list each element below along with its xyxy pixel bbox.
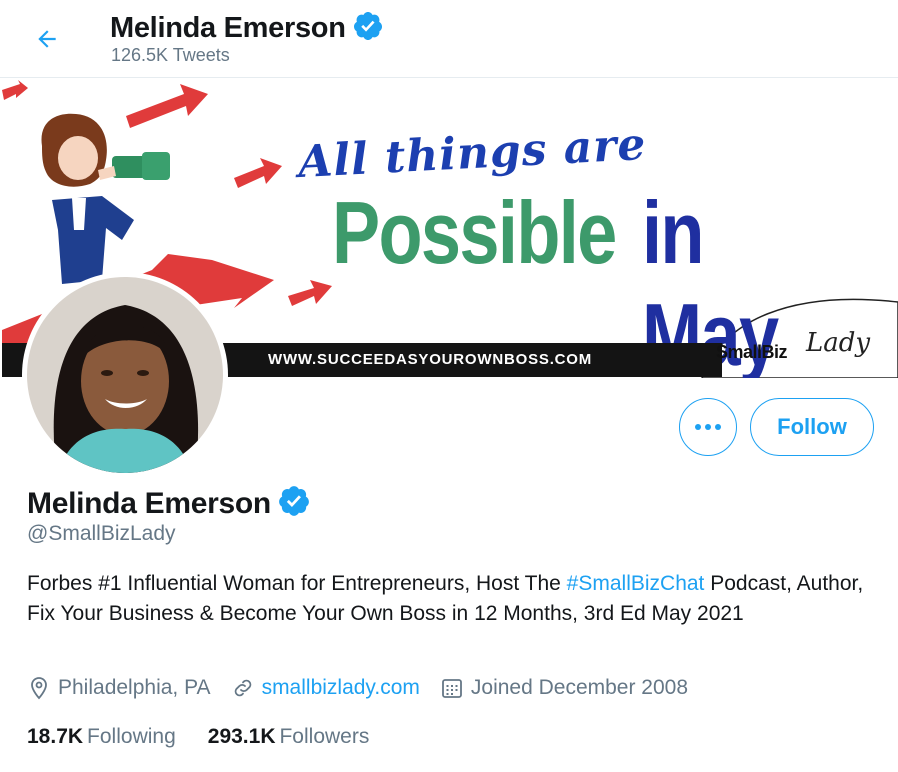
arrow-decor-1 <box>2 80 28 100</box>
banner-tagline-possible: Possible <box>332 183 617 282</box>
avatar-illustration <box>27 277 223 473</box>
more-options-button[interactable] <box>679 398 737 456</box>
profile-name: Melinda Emerson <box>27 486 271 520</box>
website-item: smallbizlady.com <box>231 676 420 700</box>
arrow-left-icon <box>38 30 56 48</box>
following-count: 18.7K <box>27 725 84 748</box>
profile-name-row: Melinda Emerson <box>27 484 311 523</box>
avatar[interactable] <box>22 272 228 478</box>
follow-counts: 18.7K Following 293.1K Followers <box>27 725 401 749</box>
arrow-decor-4 <box>288 280 332 306</box>
tweet-count: 126.5K Tweets <box>111 45 230 65</box>
location-item: Philadelphia, PA <box>27 676 211 700</box>
verified-badge-icon <box>352 10 384 47</box>
logo-text: SmallBiz <box>716 342 788 362</box>
profile-meta: Philadelphia, PA smallbizlady.com Joined… <box>27 676 708 700</box>
cartoon-woman-illustration <box>41 113 170 284</box>
verified-badge-icon <box>277 484 311 523</box>
following-link[interactable]: 18.7K Following <box>27 725 176 749</box>
profile-handle: @SmallBizLady <box>27 522 176 545</box>
header-name-row: Melinda Emerson <box>110 10 384 47</box>
joined-item: Joined December 2008 <box>440 676 688 700</box>
location-pin-icon <box>31 677 47 700</box>
website-link[interactable]: smallbizlady.com <box>262 676 420 700</box>
avatar-photo <box>27 277 223 473</box>
profile-header-bar: Melinda Emerson 126.5K Tweets <box>0 0 898 78</box>
profile-bio: Forbes #1 Influential Woman for Entrepre… <box>27 569 887 629</box>
arrow-decor-3 <box>234 158 282 188</box>
logo-script: Lady <box>806 328 871 358</box>
follow-button[interactable]: Follow <box>750 398 874 456</box>
followers-count: 293.1K <box>207 725 276 748</box>
smallbizlady-logo: SmallBiz Lady <box>702 300 898 378</box>
more-horizontal-icon <box>695 424 721 430</box>
arrow-decor-2 <box>126 84 208 128</box>
bio-hashtag-link[interactable]: #SmallBizChat <box>567 572 705 595</box>
bio-text-prefix: Forbes #1 Influential Woman for Entrepre… <box>27 572 567 595</box>
calendar-icon <box>441 679 462 698</box>
following-label: Following <box>87 725 176 748</box>
joined-text: Joined December 2008 <box>470 676 689 699</box>
link-icon <box>234 679 251 697</box>
followers-label: Followers <box>279 725 370 748</box>
banner-url: WWW.SUCCEEDASYOUROWNBOSS.COM <box>268 351 593 368</box>
back-button[interactable] <box>30 22 64 56</box>
header-name: Melinda Emerson <box>110 12 346 44</box>
followers-link[interactable]: 293.1K Followers <box>208 725 370 749</box>
location-text: Philadelphia, PA <box>58 676 211 699</box>
